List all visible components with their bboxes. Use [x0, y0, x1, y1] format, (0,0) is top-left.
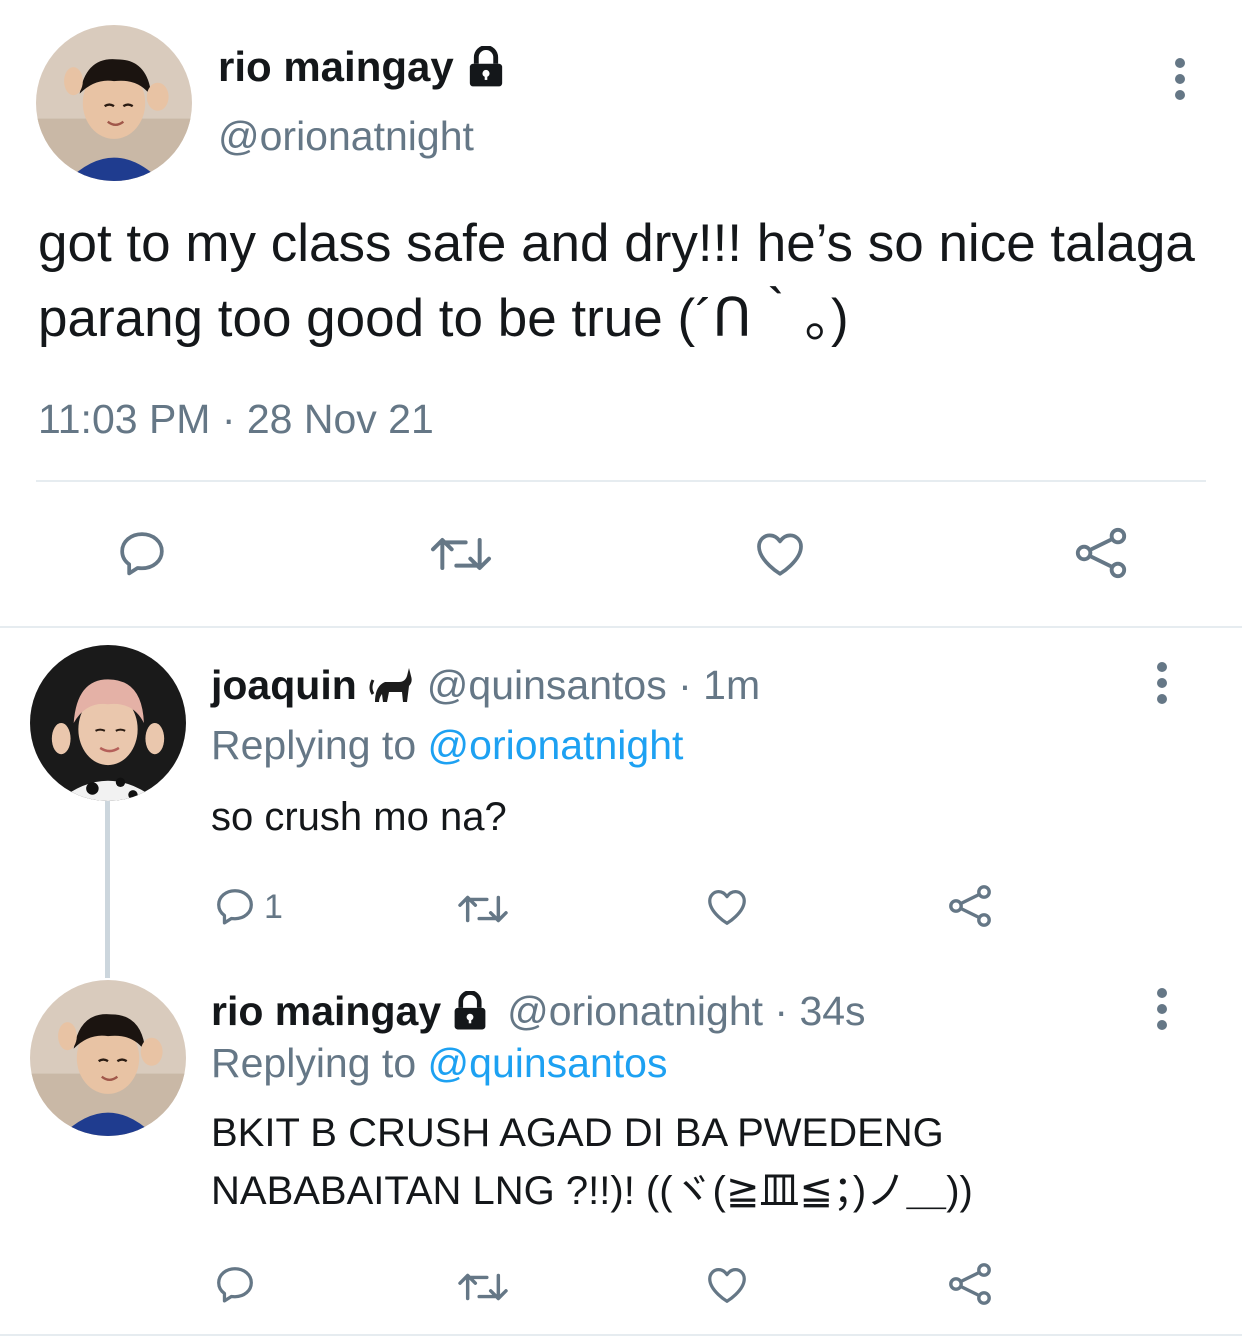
- reply-meta[interactable]: @quinsantos · 1m: [427, 660, 760, 710]
- like-icon: [708, 1268, 746, 1303]
- divider: [0, 626, 1242, 628]
- share-button[interactable]: [946, 882, 994, 930]
- retweet-icon: [458, 895, 508, 923]
- share-icon: [1075, 527, 1127, 579]
- display-name-text[interactable]: rio maingay: [218, 42, 454, 92]
- retweet-button[interactable]: [454, 1264, 512, 1310]
- thread-line: [105, 800, 110, 978]
- reply-count: 1: [264, 887, 283, 926]
- replying-prefix: Replying to: [211, 722, 428, 768]
- share-icon: [949, 1263, 991, 1305]
- lock-icon: [466, 45, 506, 88]
- share-icon: [949, 885, 991, 927]
- retweet-button[interactable]: [426, 526, 496, 582]
- reply-button[interactable]: [212, 1262, 258, 1308]
- cat-emoji-icon: [369, 664, 415, 706]
- replying-to-link[interactable]: @quinsantos: [428, 1040, 668, 1086]
- retweet-icon: [431, 538, 491, 570]
- reply-button[interactable]: [114, 526, 170, 582]
- avatar-rio-reply[interactable]: [30, 980, 186, 1136]
- more-options-icon[interactable]: [1152, 662, 1172, 710]
- avatar-joaquin[interactable]: [30, 645, 186, 801]
- like-button[interactable]: [750, 526, 810, 582]
- reply-header: joaquin @quinsantos · 1m: [211, 660, 760, 710]
- reply-display-name[interactable]: joaquin: [211, 660, 357, 710]
- tweet-text: got to my class safe and dry!!! he’s so …: [38, 214, 1195, 348]
- retweet-icon: [458, 1273, 508, 1301]
- like-button[interactable]: [702, 884, 752, 930]
- replying-to-link[interactable]: @orionatnight: [428, 722, 684, 768]
- replying-prefix: Replying to: [211, 1040, 428, 1086]
- share-button[interactable]: [1072, 524, 1130, 582]
- display-name[interactable]: rio maingay: [218, 42, 506, 92]
- tweet-timestamp[interactable]: 11:03 PM · 28 Nov 21: [38, 392, 434, 446]
- share-button[interactable]: [946, 1260, 994, 1308]
- retweet-button[interactable]: [454, 886, 512, 932]
- like-button[interactable]: [702, 1262, 752, 1308]
- more-options-icon[interactable]: [1152, 988, 1172, 1036]
- reply-text: so crush mo na?: [211, 795, 507, 839]
- divider: [36, 480, 1206, 482]
- like-icon: [757, 533, 803, 576]
- replying-to: Replying to @orionatnight: [211, 720, 683, 770]
- handle[interactable]: @orionatnight: [218, 112, 474, 160]
- reply-header: rio maingay @orionatnight · 34s: [211, 986, 866, 1036]
- reply-icon: [217, 889, 253, 925]
- like-icon: [708, 890, 746, 925]
- reply-meta[interactable]: @orionatnight · 34s: [507, 986, 865, 1036]
- reply-button[interactable]: 1: [212, 884, 283, 930]
- replying-to: Replying to @quinsantos: [211, 1038, 667, 1088]
- more-options-icon[interactable]: [1170, 58, 1190, 106]
- reply-icon: [217, 1267, 253, 1303]
- divider: [0, 1334, 1242, 1336]
- reply-icon: [120, 532, 164, 576]
- reply-text: BKIT B CRUSH AGAD DI BA PWEDENG NABABAIT…: [211, 1111, 973, 1213]
- avatar-rio-main[interactable]: [36, 25, 192, 181]
- reply-display-name[interactable]: rio maingay: [211, 986, 441, 1036]
- lock-icon: [451, 990, 489, 1031]
